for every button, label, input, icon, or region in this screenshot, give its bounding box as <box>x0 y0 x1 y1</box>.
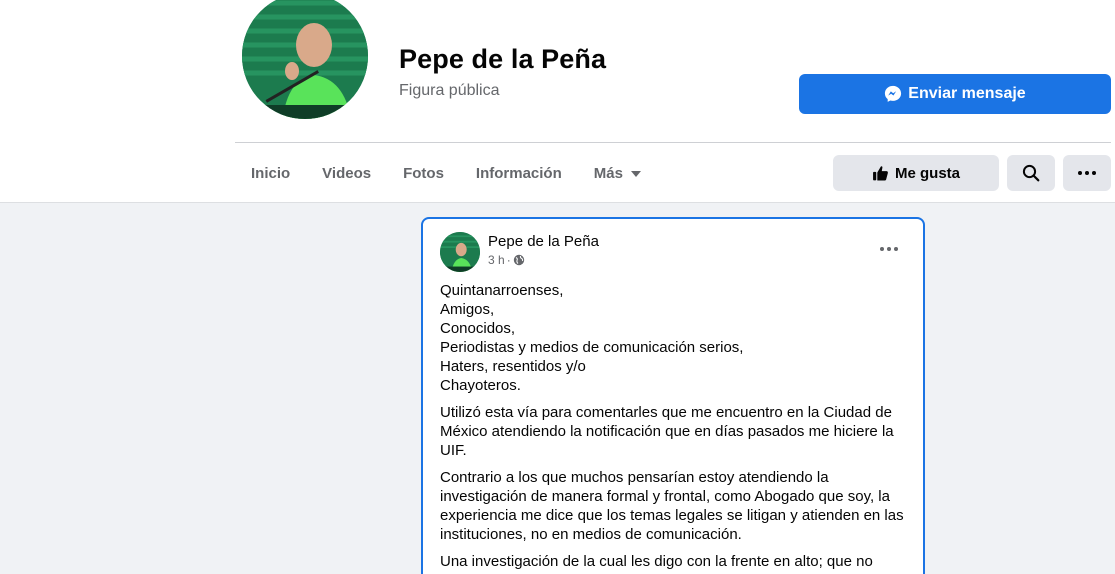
tab-label: Videos <box>322 164 372 182</box>
post-paragraph: Contrario a los que muchos pensarían est… <box>440 469 904 543</box>
salutation-line: Haters, resentidos y/o <box>440 358 586 375</box>
messenger-icon <box>885 85 902 102</box>
post-card: Pepe de la Peña 3 h · Quintanarroenses, … <box>421 217 925 574</box>
tab-videos[interactable]: Videos <box>306 150 387 196</box>
salutation-block: Quintanarroenses, Amigos, Conocidos, Per… <box>440 281 910 395</box>
like-label: Me gusta <box>894 164 960 182</box>
tab-label: Fotos <box>403 164 444 182</box>
post-paragraph: Utilizó esta vía para comentarles que me… <box>440 404 894 459</box>
more-dots-icon <box>880 247 898 251</box>
salutation-line: Periodistas y medios de comunicación ser… <box>440 339 744 356</box>
salutation-line: Amigos, <box>440 301 495 318</box>
tab-label: Inicio <box>251 164 291 182</box>
post-text: Quintanarroenses, Amigos, Conocidos, Per… <box>440 281 910 574</box>
profile-photo <box>242 0 368 119</box>
send-message-label: Enviar mensaje <box>908 85 1026 102</box>
post-paragraph: Una investigación de la cual les digo co… <box>440 553 873 570</box>
post-author-photo <box>440 232 480 272</box>
post-meta: 3 h · <box>488 253 525 267</box>
page-category: Figura pública <box>399 82 500 99</box>
tab-inicio[interactable]: Inicio <box>235 150 306 196</box>
more-dots-icon <box>1078 171 1096 175</box>
page-nav: Inicio Videos Fotos Información Más <box>235 150 657 196</box>
tab-fotos[interactable]: Fotos <box>387 150 460 196</box>
meta-separator: · <box>506 253 511 267</box>
post-options-button[interactable] <box>875 239 903 259</box>
profile-avatar[interactable] <box>239 0 371 122</box>
thumbs-up-icon <box>873 165 888 181</box>
send-message-button[interactable]: Enviar mensaje <box>799 74 1111 114</box>
tab-mas[interactable]: Más <box>578 150 657 196</box>
globe-icon <box>513 254 524 266</box>
tab-informacion[interactable]: Información <box>460 150 578 196</box>
salutation-line: Conocidos, <box>440 320 516 337</box>
salutation-line: Quintanarroenses, <box>440 282 564 299</box>
tab-label: Más <box>593 164 623 182</box>
salutation-line: Chayoteros. <box>440 377 521 394</box>
tab-label: Información <box>475 164 562 182</box>
caret-down-icon <box>630 171 641 177</box>
post-author-avatar[interactable] <box>440 232 480 272</box>
like-page-button[interactable]: Me gusta <box>833 155 999 191</box>
more-options-button[interactable] <box>1063 155 1111 191</box>
post-author-name[interactable]: Pepe de la Peña <box>488 233 599 250</box>
post-time[interactable]: 3 h <box>488 253 505 267</box>
header-divider <box>235 142 1111 143</box>
page-name: Pepe de la Peña <box>399 44 607 74</box>
search-icon <box>1022 164 1040 182</box>
page-header: Pepe de la Peña Figura pública Enviar me… <box>0 0 1115 203</box>
search-button[interactable] <box>1007 155 1055 191</box>
